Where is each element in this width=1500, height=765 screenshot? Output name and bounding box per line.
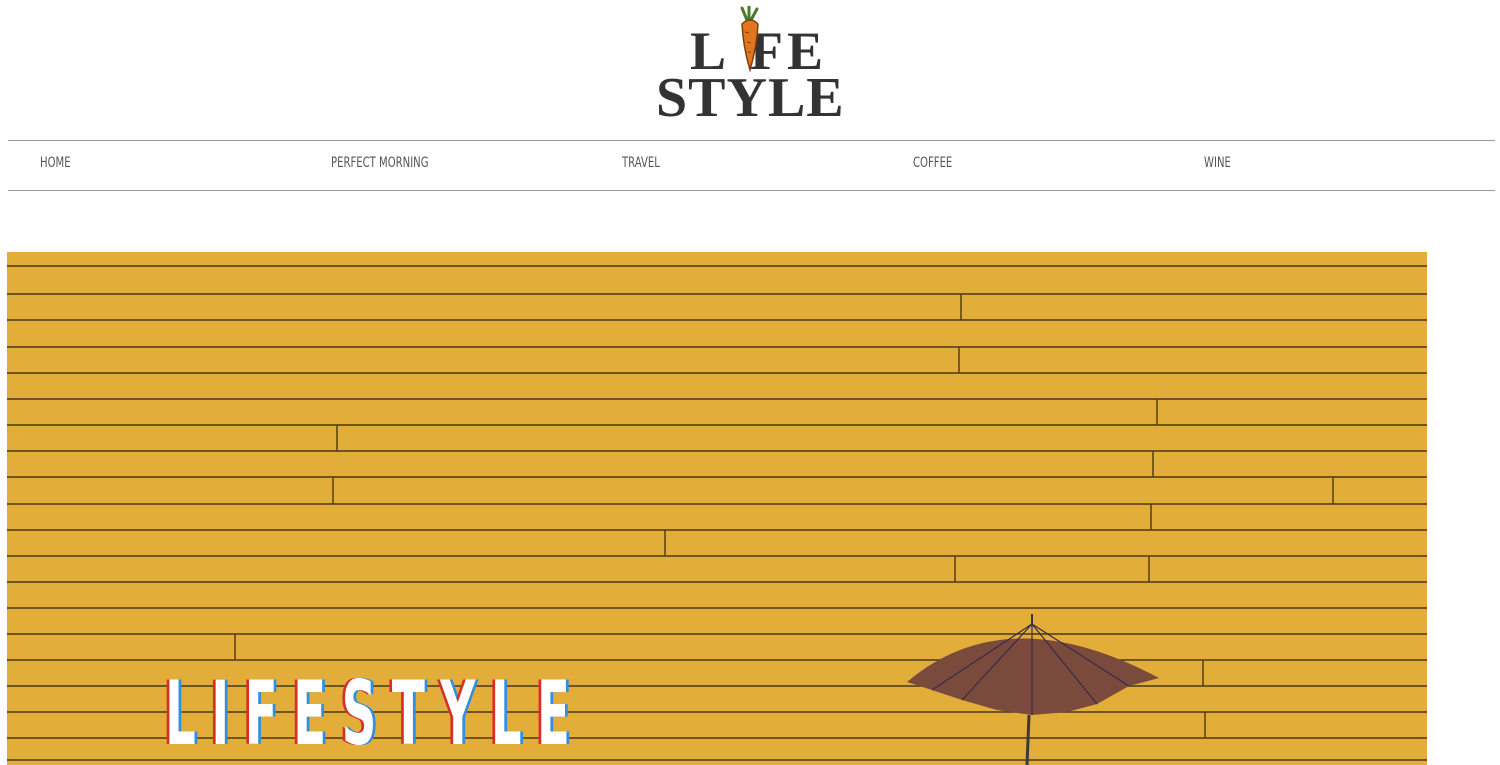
page: L FE STYLE HOME PERFECT MORNING TRAVEL CO… — [0, 0, 1500, 765]
nav-item-wine[interactable]: WINE — [1204, 155, 1231, 171]
carrot-icon — [740, 6, 759, 72]
hero-title: LIFESTYLE — [165, 662, 586, 765]
logo-line-2: STYLE — [656, 67, 845, 129]
main-navigation: HOME PERFECT MORNING TRAVEL COFFEE WINE — [8, 140, 1495, 191]
nav-item-home[interactable]: HOME — [40, 155, 71, 171]
nav-item-coffee[interactable]: COFFEE — [913, 155, 952, 171]
nav-item-perfect-morning[interactable]: PERFECT MORNING — [331, 155, 429, 171]
hero-banner: LIFESTYLE — [7, 252, 1427, 765]
nav-item-travel[interactable]: TRAVEL — [622, 155, 660, 171]
site-logo[interactable]: L FE STYLE — [650, 6, 850, 129]
